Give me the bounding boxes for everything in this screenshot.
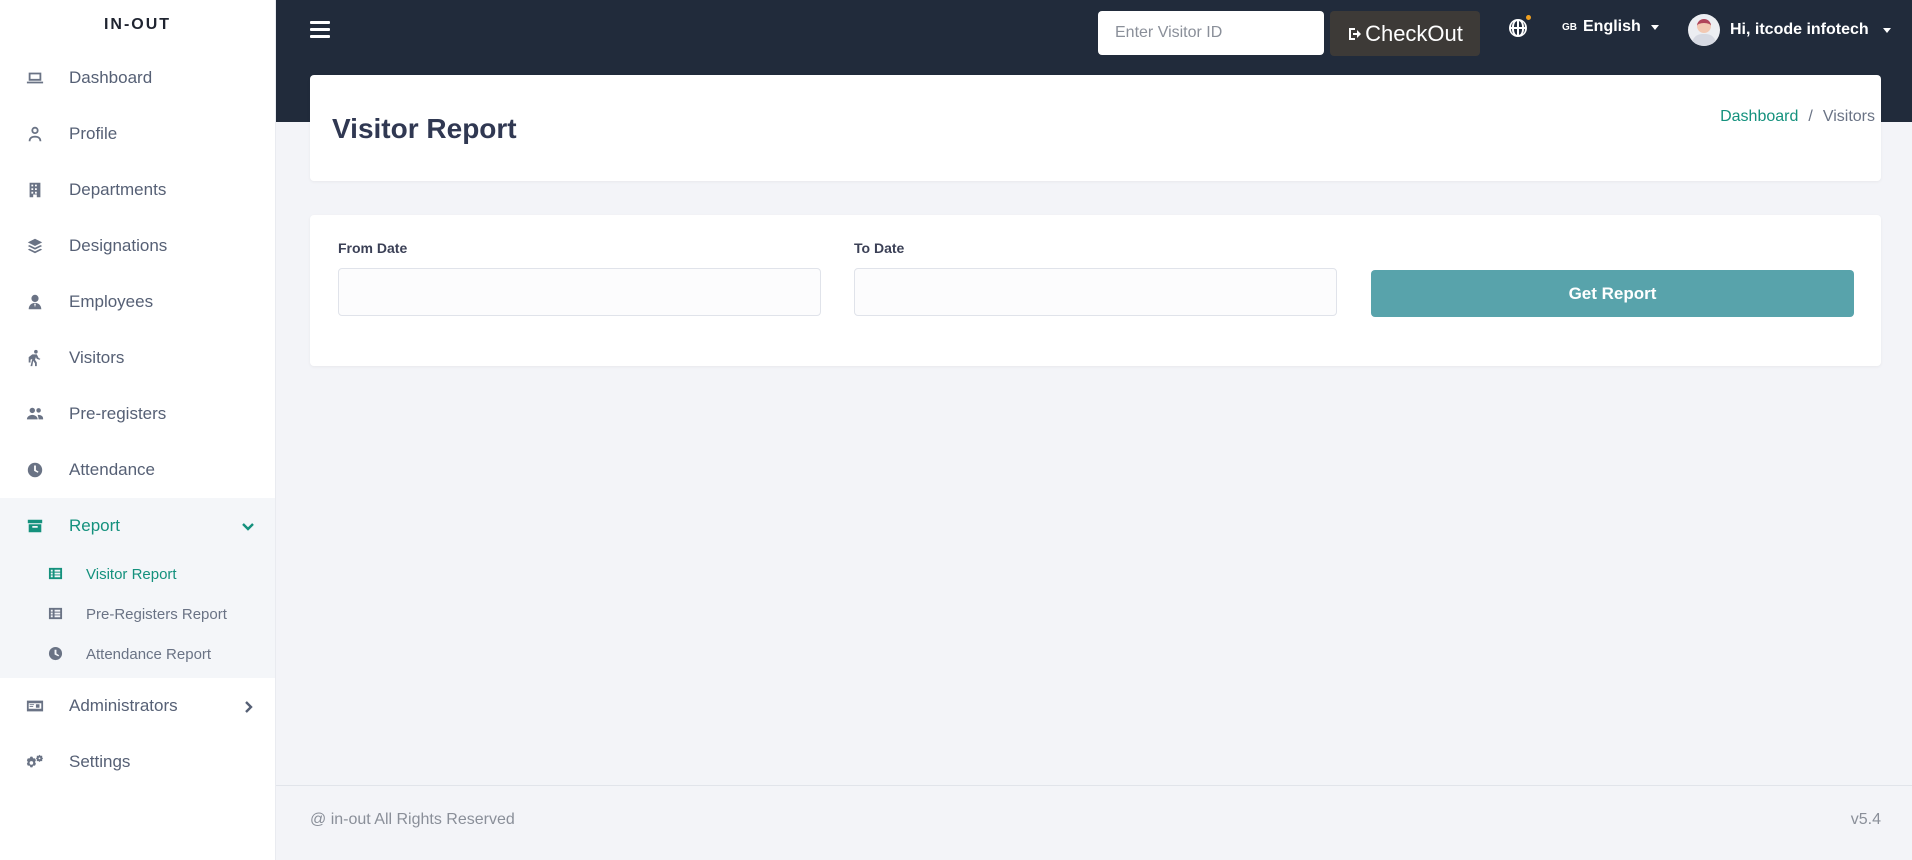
page-title: Visitor Report: [332, 113, 517, 144]
sidebar-item-profile[interactable]: Profile: [0, 106, 275, 162]
to-date-label: To Date: [854, 240, 905, 256]
clock-icon: [25, 460, 45, 480]
sidebar-item-label: Designations: [69, 236, 168, 255]
sidebar-nav-lower: Administrators Settings: [0, 678, 275, 790]
language-selector[interactable]: GB English: [1562, 18, 1659, 36]
gears-icon: [25, 752, 45, 772]
sidebar-item-administrators[interactable]: Administrators: [0, 678, 275, 734]
footer-copyright: @ in-out All Rights Reserved: [310, 811, 515, 828]
report-submenu: Visitor Report Pre-Registers Report Atte…: [0, 554, 275, 678]
submenu-item-label: Attendance Report: [86, 645, 212, 663]
checkout-label: CheckOut: [1365, 20, 1463, 46]
sidebar-item-dashboard[interactable]: Dashboard: [0, 50, 275, 106]
get-report-button[interactable]: Get Report: [1371, 270, 1854, 317]
submenu-item-visitor-report[interactable]: Visitor Report: [0, 554, 275, 594]
walking-icon: [25, 348, 45, 368]
from-date-input[interactable]: [338, 268, 821, 316]
submenu-item-label: Visitor Report: [86, 565, 177, 583]
to-date-input[interactable]: [854, 268, 1337, 316]
user-icon: [25, 124, 45, 144]
report-filter-card: From Date To Date Get Report: [310, 215, 1881, 366]
sidebar-item-label: Visitors: [69, 348, 125, 367]
chevron-right-icon: [241, 699, 255, 713]
breadcrumb-separator: /: [1808, 108, 1813, 125]
sidebar-item-label: Profile: [69, 124, 118, 143]
submenu-item-attendance-report[interactable]: Attendance Report: [0, 634, 275, 674]
sidebar-item-visitors[interactable]: Visitors: [0, 330, 275, 386]
footer: @ in-out All Rights Reserved v5.4: [276, 785, 1912, 860]
user-greeting: Hi, itcode infotech: [1730, 21, 1869, 38]
chevron-down-icon: [241, 519, 255, 533]
sidebar-item-label: Employees: [69, 292, 154, 311]
flag-icon: GB: [1562, 21, 1577, 33]
clock-icon: [48, 646, 64, 662]
avatar: [1688, 14, 1720, 46]
breadcrumb-current: Visitors: [1822, 108, 1875, 125]
visitor-id-input[interactable]: [1098, 11, 1324, 55]
list-icon: [48, 566, 64, 582]
sidebar-item-label: Dashboard: [69, 68, 153, 87]
caret-down-icon: [1882, 27, 1891, 33]
sidebar-item-settings[interactable]: Settings: [0, 734, 275, 790]
building-icon: [25, 180, 45, 200]
sidebar: IN-OUT Dashboard Profile Departments Des…: [0, 0, 276, 860]
sign-out-icon: [1349, 27, 1362, 40]
menu-toggle-icon[interactable]: [310, 21, 330, 41]
sidebar-item-label: Administrators: [69, 696, 178, 715]
laptop-icon: [25, 68, 45, 88]
notification-dot: [1526, 15, 1531, 20]
sidebar-item-label: Pre-registers: [69, 404, 167, 423]
submenu-item-pre-registers-report[interactable]: Pre-Registers Report: [0, 594, 275, 634]
checkout-button[interactable]: CheckOut: [1330, 11, 1480, 56]
list-icon: [48, 606, 64, 622]
sidebar-item-departments[interactable]: Departments: [0, 162, 275, 218]
sidebar-item-label: Departments: [69, 180, 167, 199]
sidebar-item-report[interactable]: Report: [0, 498, 275, 554]
users-icon: [25, 404, 45, 424]
sidebar-item-designations[interactable]: Designations: [0, 218, 275, 274]
sidebar-item-employees[interactable]: Employees: [0, 274, 275, 330]
sidebar-item-attendance[interactable]: Attendance: [0, 442, 275, 498]
archive-icon: [25, 516, 45, 536]
user-tie-icon: [25, 292, 45, 312]
layers-icon: [25, 236, 45, 256]
caret-down-icon: [1650, 24, 1659, 30]
language-label: English: [1583, 18, 1641, 35]
brand-logo[interactable]: IN-OUT: [0, 0, 275, 50]
app-version: v5.4: [1850, 811, 1881, 828]
sidebar-item-label: Attendance: [69, 460, 156, 479]
sidebar-nav: Dashboard Profile Departments Designatio…: [0, 50, 275, 554]
sidebar-item-pre-registers[interactable]: Pre-registers: [0, 386, 275, 442]
breadcrumb-dashboard-link[interactable]: Dashboard: [1720, 108, 1798, 126]
page-header-card: Visitor Report Dashboard / Visitors: [310, 75, 1881, 181]
id-card-icon: [25, 696, 45, 716]
notification-globe-icon[interactable]: [1508, 15, 1531, 38]
breadcrumb: Dashboard / Visitors: [1720, 108, 1875, 126]
submenu-item-label: Pre-Registers Report: [86, 605, 227, 623]
sidebar-item-label: Settings: [69, 752, 131, 771]
sidebar-item-label: Report: [69, 516, 121, 535]
user-menu[interactable]: Hi, itcode infotech: [1688, 14, 1891, 46]
from-date-label: From Date: [338, 240, 408, 256]
